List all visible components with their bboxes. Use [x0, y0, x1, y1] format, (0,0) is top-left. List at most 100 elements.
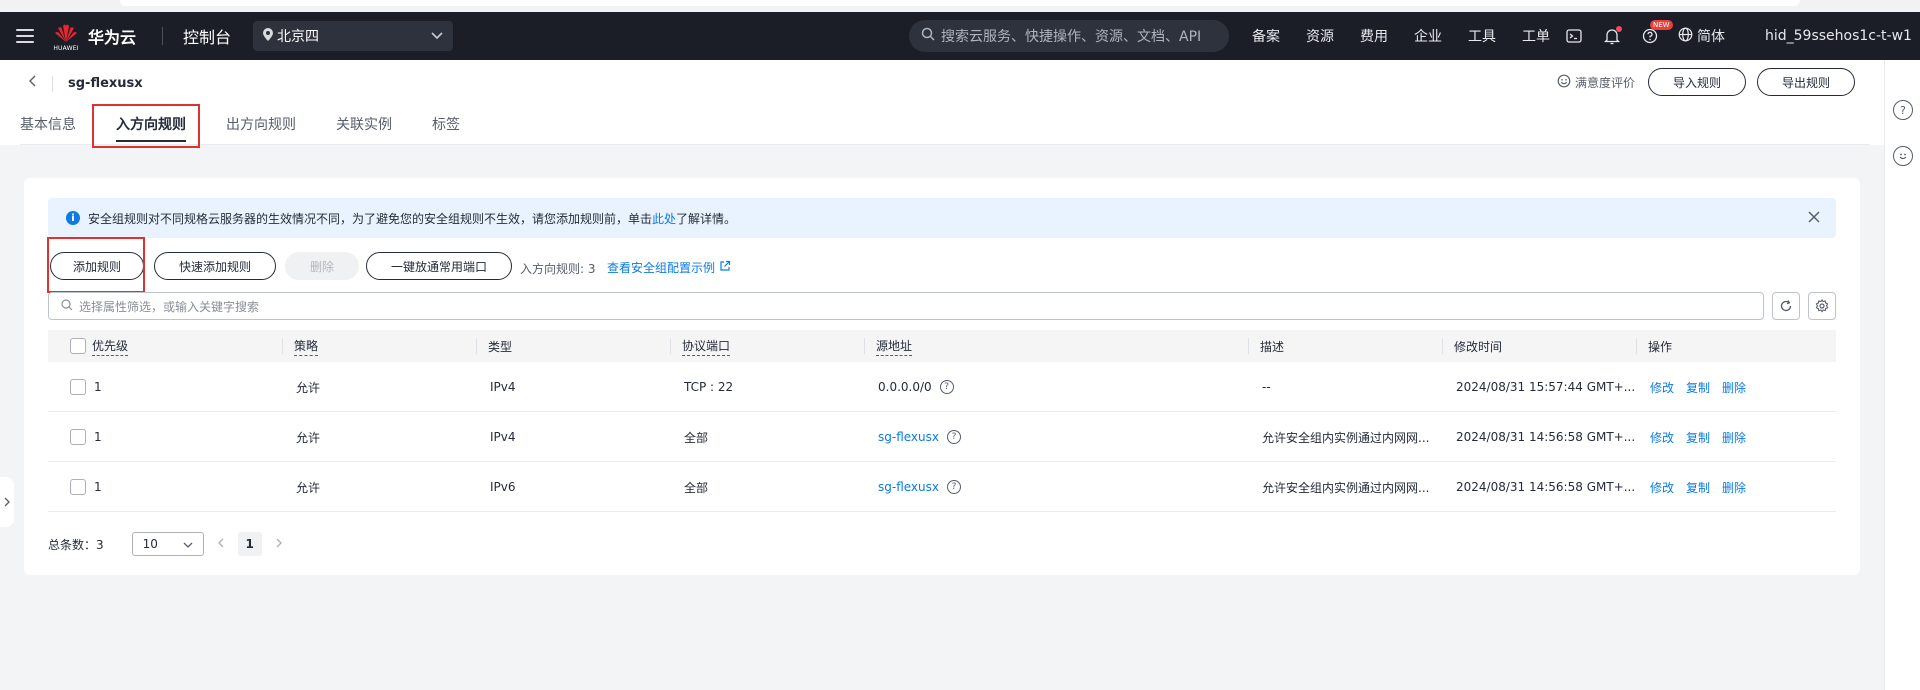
cell-type: IPv4 [490, 430, 516, 444]
edit-link[interactable]: 修改 [1650, 379, 1674, 396]
add-rule-button[interactable]: 添加规则 [50, 252, 144, 280]
delete-link[interactable]: 删除 [1722, 379, 1746, 396]
back-arrow-icon[interactable] [28, 75, 36, 91]
column-separator [1442, 338, 1443, 354]
top-links: 备案 资源 费用 企业 工具 工单 [1252, 12, 1576, 60]
header-priority[interactable]: 优先级 [92, 337, 129, 356]
export-rules-button[interactable]: 导出规则 [1757, 68, 1855, 96]
header-description: 描述 [1260, 339, 1285, 354]
row-checkbox[interactable] [70, 429, 86, 445]
rules-card: i 安全组规则对不同规格云服务器的生效情况不同，为了避免您的安全组规则不生效，请… [24, 178, 1860, 575]
cell-port: TCP : 22 [684, 380, 734, 394]
browser-address-bar [120, 0, 1800, 6]
cell-priority: 1 [94, 480, 102, 494]
language-switch[interactable]: 简体 [1678, 26, 1725, 46]
info-notice: i 安全组规则对不同规格云服务器的生效情况不同，为了避免您的安全组规则不生效，请… [48, 198, 1836, 238]
top-link-billing[interactable]: 费用 [1360, 26, 1388, 46]
top-link-enterprise[interactable]: 企业 [1414, 26, 1442, 46]
notice-details-link[interactable]: 此处 [652, 210, 676, 227]
right-float-bar: ? [1884, 60, 1920, 690]
top-link-tickets[interactable]: 工单 [1522, 26, 1550, 46]
table-row: 1 允许 IPv4 全部 sg-flexusx ? 允许安全组内实例通过内网网.… [48, 412, 1836, 462]
copy-link[interactable]: 复制 [1686, 379, 1710, 396]
delete-link[interactable]: 删除 [1722, 429, 1746, 446]
tab-associated-instances[interactable]: 关联实例 [336, 108, 392, 144]
pagination: 总条数：3 10 1 [48, 532, 282, 556]
table-header: 优先级 策略 类型 协议端口 源地址 描述 修改时间 操作 [48, 330, 1836, 362]
next-page-icon[interactable] [276, 537, 282, 551]
location-pin-icon [263, 27, 274, 45]
cell-policy: 允许 [296, 480, 321, 495]
import-rules-button[interactable]: 导入规则 [1648, 68, 1746, 96]
brand-name: 华为云 [88, 28, 137, 47]
huawei-cloud-logo[interactable]: HUAWEI 华为云 [52, 22, 137, 52]
help-center-icon[interactable]: NEW [1640, 20, 1673, 46]
help-icon[interactable]: ? [1893, 100, 1913, 120]
cell-modified-time: 2024/08/31 14:56:58 GMT+... [1456, 430, 1636, 444]
header-source[interactable]: 源地址 [876, 337, 913, 356]
satisfaction-rating[interactable]: 满意度评价 [1557, 74, 1635, 91]
huawei-logo-icon: HUAWEI [52, 22, 80, 52]
tab-outbound-rules[interactable]: 出方向规则 [226, 108, 296, 144]
top-link-beian[interactable]: 备案 [1252, 26, 1280, 46]
top-link-resources[interactable]: 资源 [1306, 26, 1334, 46]
region-label: 北京四 [277, 29, 320, 45]
global-search-input[interactable]: 搜索云服务、快捷操作、资源、文档、API [909, 20, 1229, 52]
prev-page-icon[interactable] [217, 537, 224, 551]
table-row: 1 允许 IPv4 TCP : 22 0.0.0.0/0 ? -- 2024/0… [48, 362, 1836, 412]
feedback-smiley-icon[interactable] [1893, 146, 1913, 166]
chevron-down-icon [431, 28, 443, 44]
cell-source-link[interactable]: sg-flexusx [878, 480, 939, 494]
question-icon[interactable]: ? [947, 480, 961, 494]
top-link-tools[interactable]: 工具 [1468, 26, 1496, 46]
open-common-ports-button[interactable]: 一键放通常用端口 [366, 252, 512, 280]
tab-tags[interactable]: 标签 [432, 108, 460, 144]
sidebar-expand-icon[interactable] [0, 477, 14, 527]
cell-description: 允许安全组内实例通过内网网... [1262, 480, 1430, 495]
page-header: sg-flexusx 满意度评价 导入规则 导出规则 基本信息 入方向规则 出方… [0, 60, 1884, 145]
user-account[interactable]: hid_59ssehos1c-t-w1 [1765, 12, 1912, 60]
tab-inbound-rules[interactable]: 入方向规则 [116, 108, 186, 144]
question-icon[interactable]: ? [947, 430, 961, 444]
copy-link[interactable]: 复制 [1686, 429, 1710, 446]
settings-gear-icon[interactable] [1808, 292, 1836, 320]
header-protocol-port[interactable]: 协议端口 [682, 337, 731, 356]
delete-button[interactable]: 删除 [285, 252, 359, 280]
satisfaction-label: 满意度评价 [1575, 76, 1636, 90]
filter-search-input[interactable]: 选择属性筛选，或输入关键字搜索 [48, 292, 1764, 320]
notification-bell-icon[interactable] [1602, 26, 1622, 46]
cell-priority: 1 [94, 380, 102, 394]
filter-placeholder: 选择属性筛选，或输入关键字搜索 [79, 299, 260, 314]
header-divider [20, 144, 1870, 145]
question-icon[interactable]: ? [939, 380, 954, 394]
page-size-select[interactable]: 10 [131, 532, 204, 556]
edit-link[interactable]: 修改 [1650, 429, 1674, 446]
delete-link[interactable]: 删除 [1722, 479, 1746, 496]
select-all-checkbox[interactable] [70, 338, 86, 354]
new-badge: NEW [1650, 20, 1673, 30]
close-icon[interactable] [1808, 208, 1820, 227]
info-icon: i [66, 211, 80, 225]
page-number[interactable]: 1 [237, 532, 262, 556]
cell-priority: 1 [94, 430, 102, 444]
header-policy[interactable]: 策略 [294, 337, 319, 356]
row-checkbox[interactable] [70, 379, 86, 395]
notice-text-after: 了解详情。 [676, 211, 737, 226]
cell-modified-time: 2024/08/31 15:57:44 GMT+... [1456, 380, 1636, 394]
top-icons: NEW 简体 [1564, 12, 1725, 60]
cell-source-link[interactable]: sg-flexusx [878, 430, 939, 444]
console-link[interactable]: 控制台 [183, 24, 231, 48]
header-modified-time: 修改时间 [1454, 339, 1503, 354]
column-separator [1636, 338, 1637, 354]
security-group-example-link[interactable]: 查看安全组配置示例 [607, 259, 731, 276]
edit-link[interactable]: 修改 [1650, 479, 1674, 496]
menu-icon[interactable] [16, 29, 34, 43]
row-checkbox[interactable] [70, 479, 86, 495]
tab-basic-info[interactable]: 基本信息 [20, 108, 76, 144]
region-selector[interactable]: 北京四 [253, 21, 454, 51]
refresh-icon[interactable] [1772, 292, 1800, 320]
terminal-icon[interactable] [1564, 26, 1584, 46]
copy-link[interactable]: 复制 [1686, 479, 1710, 496]
quick-add-rule-button[interactable]: 快速添加规则 [154, 252, 276, 280]
title-separator [52, 76, 53, 92]
